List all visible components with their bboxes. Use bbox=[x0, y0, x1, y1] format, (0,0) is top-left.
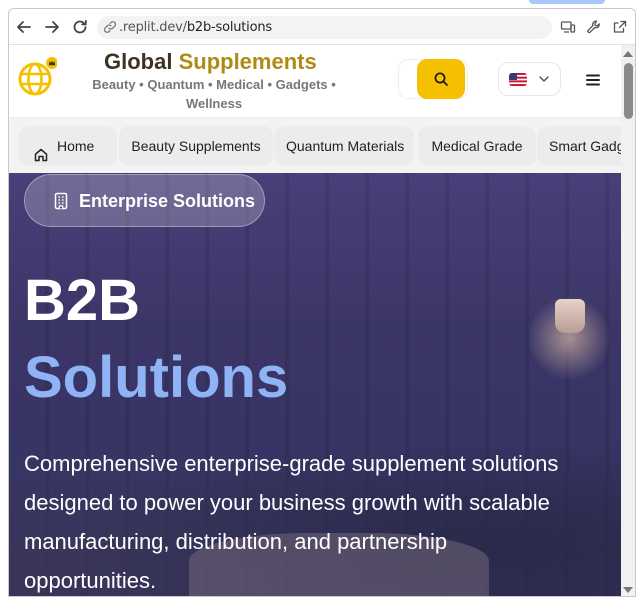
hero-wall-lamp bbox=[555, 299, 585, 333]
link-icon bbox=[103, 20, 117, 34]
url-text: .replit.dev/b2b-solutions bbox=[119, 20, 272, 35]
hero-description: Comprehensive enterprise-grade supplemen… bbox=[24, 451, 559, 593]
browser-window: .replit.dev/b2b-solutions Global Supplem… bbox=[8, 8, 636, 597]
us-flag-icon bbox=[509, 73, 527, 86]
back-arrow-icon[interactable] bbox=[15, 18, 33, 36]
brand-tagline: Beauty • Quantum • Medical • Gadgets • W… bbox=[92, 77, 336, 111]
nav-item-quantum-materials[interactable]: Quantum Materials bbox=[274, 126, 414, 166]
site-header: Global Supplements Beauty • Quantum • Me… bbox=[9, 45, 621, 117]
scrollbar-thumb[interactable] bbox=[624, 63, 633, 119]
chevron-down-icon bbox=[537, 72, 551, 86]
brand-word-supplements: Supplements bbox=[178, 49, 317, 74]
devices-icon[interactable] bbox=[560, 19, 576, 35]
globe-logo-icon[interactable] bbox=[17, 57, 58, 97]
search-button[interactable] bbox=[417, 59, 465, 99]
open-external-icon[interactable] bbox=[612, 19, 628, 35]
badge-label: Enterprise Solutions bbox=[79, 191, 256, 211]
nav-item-medical-grade[interactable]: Medical Grade bbox=[418, 126, 536, 166]
hero-title-line2: Solutions bbox=[24, 345, 289, 410]
nav-item-label: Beauty Supplements bbox=[131, 138, 261, 154]
url-host: .replit.dev/ bbox=[119, 20, 187, 35]
nav-item-label: Home bbox=[57, 138, 95, 154]
nav-item-smart-gadgets[interactable]: Smart Gadg bbox=[537, 126, 621, 166]
forward-arrow-icon[interactable] bbox=[43, 18, 61, 36]
hero-title-line1: B2B bbox=[24, 268, 141, 333]
url-path: b2b-solutions bbox=[186, 20, 272, 35]
reload-icon[interactable] bbox=[71, 18, 89, 36]
nav-item-label: Smart Gadg bbox=[549, 138, 621, 154]
search-icon bbox=[434, 72, 448, 86]
nav-item-label: Medical Grade bbox=[431, 138, 523, 154]
nav-item-home[interactable]: Home bbox=[19, 126, 117, 166]
scroll-up-arrow-icon[interactable] bbox=[623, 51, 633, 57]
brand-word-global: Global bbox=[104, 49, 173, 74]
hamburger-menu-icon[interactable] bbox=[583, 71, 603, 89]
nav-item-beauty-supplements[interactable]: Beauty Supplements bbox=[119, 126, 273, 166]
url-field[interactable]: .replit.dev/b2b-solutions bbox=[97, 16, 552, 39]
home-icon bbox=[33, 138, 49, 162]
wrench-icon[interactable] bbox=[586, 19, 602, 35]
language-selector[interactable] bbox=[498, 62, 561, 96]
browser-tab-highlight bbox=[529, 0, 605, 4]
scroll-down-arrow-icon[interactable] bbox=[623, 587, 633, 593]
scrollbar-track[interactable] bbox=[621, 45, 635, 596]
nav-item-label: Quantum Materials bbox=[286, 138, 405, 154]
hero-section: Enterprise Solutions B2B Solutions Compr… bbox=[9, 173, 621, 596]
enterprise-solutions-badge: Enterprise Solutions bbox=[24, 174, 265, 227]
building-icon bbox=[52, 192, 70, 210]
brand-title[interactable]: Global Supplements bbox=[104, 49, 317, 75]
address-bar-row: .replit.dev/b2b-solutions bbox=[9, 9, 635, 45]
category-nav: Home Beauty Supplements Quantum Material… bbox=[9, 117, 621, 173]
